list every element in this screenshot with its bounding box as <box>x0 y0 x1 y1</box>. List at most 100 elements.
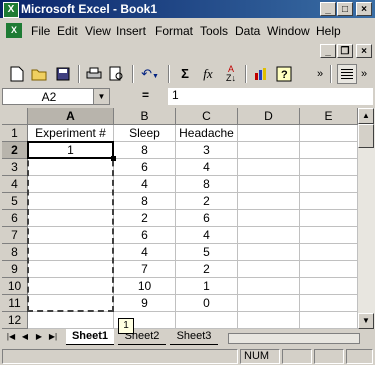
row-header[interactable]: 1 <box>2 125 28 142</box>
menu-insert[interactable]: Insert <box>116 24 146 38</box>
name-box[interactable]: A2 ▼ <box>2 88 110 105</box>
menu-edit[interactable]: Edit <box>57 24 78 38</box>
table-cell[interactable] <box>238 261 300 278</box>
table-cell[interactable]: Experiment # <box>28 125 114 142</box>
column-header[interactable]: D <box>238 108 300 125</box>
tab-sheet1[interactable]: Sheet1 <box>66 329 114 345</box>
autosum-icon[interactable]: Σ <box>175 64 195 84</box>
first-sheet-icon[interactable]: |◀ <box>4 330 18 344</box>
next-sheet-icon[interactable]: ▶ <box>32 330 46 344</box>
table-cell[interactable]: 10 <box>114 278 176 295</box>
table-cell[interactable]: 3 <box>176 142 238 159</box>
fill-handle[interactable] <box>111 156 116 161</box>
table-cell[interactable]: 8 <box>114 142 176 159</box>
print-preview-icon[interactable] <box>107 64 127 84</box>
row-header[interactable]: 10 <box>2 278 28 295</box>
table-cell[interactable]: 6 <box>114 159 176 176</box>
save-icon[interactable] <box>53 64 73 84</box>
table-cell[interactable] <box>28 312 114 329</box>
column-header[interactable]: B <box>114 108 176 125</box>
scroll-up-icon[interactable]: ▲ <box>358 108 374 124</box>
menu-view[interactable]: View <box>85 24 111 38</box>
doc-minimize-icon[interactable]: _ <box>320 44 336 58</box>
chart-wizard-icon[interactable] <box>251 64 271 84</box>
table-cell[interactable] <box>238 125 300 142</box>
maximize-icon[interactable]: □ <box>337 2 353 16</box>
row-header[interactable]: 12 <box>2 312 28 329</box>
close-icon[interactable]: × <box>356 2 372 16</box>
column-header[interactable]: E <box>300 108 358 125</box>
formula-input[interactable]: 1 <box>168 88 373 105</box>
table-cell[interactable] <box>238 227 300 244</box>
table-cell[interactable] <box>300 312 358 329</box>
table-cell[interactable]: 2 <box>176 193 238 210</box>
toolbar-overflow-icon[interactable]: » <box>358 64 370 84</box>
doc-restore-icon[interactable]: ❐ <box>337 44 353 58</box>
vertical-scrollbar[interactable]: ▲ ▼ <box>358 108 375 329</box>
row-header[interactable]: 11 <box>2 295 28 312</box>
minimize-icon[interactable]: _ <box>320 2 336 16</box>
table-cell[interactable] <box>176 312 238 329</box>
table-cell[interactable]: 0 <box>176 295 238 312</box>
table-cell[interactable]: 2 <box>114 210 176 227</box>
row-header[interactable]: 8 <box>2 244 28 261</box>
last-sheet-icon[interactable]: ▶| <box>46 330 60 344</box>
chevron-down-icon[interactable]: ▼ <box>93 89 109 104</box>
table-cell[interactable]: 9 <box>114 295 176 312</box>
table-cell[interactable] <box>238 159 300 176</box>
row-header[interactable]: 6 <box>2 210 28 227</box>
table-cell[interactable] <box>300 210 358 227</box>
scroll-down-icon[interactable]: ▼ <box>358 313 374 329</box>
row-header[interactable]: 7 <box>2 227 28 244</box>
table-cell[interactable] <box>300 193 358 210</box>
table-cell[interactable] <box>300 125 358 142</box>
table-cell[interactable] <box>238 142 300 159</box>
row-header[interactable]: 9 <box>2 261 28 278</box>
table-cell[interactable]: 4 <box>114 244 176 261</box>
menu-tools[interactable]: Tools <box>200 24 228 38</box>
table-cell[interactable]: 8 <box>114 193 176 210</box>
menu-window[interactable]: Window <box>267 24 310 38</box>
table-cell[interactable] <box>300 142 358 159</box>
table-cell[interactable] <box>238 278 300 295</box>
row-header[interactable]: 5 <box>2 193 28 210</box>
column-header[interactable]: A <box>28 108 114 125</box>
table-cell[interactable]: Headache <box>176 125 238 142</box>
table-cell[interactable] <box>238 210 300 227</box>
table-cell[interactable] <box>300 295 358 312</box>
table-cell[interactable]: 5 <box>176 244 238 261</box>
table-cell[interactable] <box>300 227 358 244</box>
open-icon[interactable] <box>30 64 50 84</box>
table-cell[interactable]: 2 <box>176 261 238 278</box>
table-cell[interactable] <box>300 244 358 261</box>
menu-data[interactable]: Data <box>235 24 260 38</box>
spreadsheet-grid[interactable]: A B C D E 1 Experiment # Sleep Headache 2 1 8 3 3 6 4 4 4… <box>2 108 358 329</box>
menu-help[interactable]: Help <box>316 24 341 38</box>
table-cell[interactable]: 7 <box>114 261 176 278</box>
print-icon[interactable] <box>84 64 104 84</box>
table-cell[interactable]: 6 <box>114 227 176 244</box>
sort-ascending-icon[interactable]: A Z↓ <box>221 64 241 85</box>
row-header[interactable]: 4 <box>2 176 28 193</box>
doc-close-icon[interactable]: × <box>356 44 372 58</box>
table-cell[interactable]: 4 <box>176 227 238 244</box>
horizontal-scrollbar[interactable] <box>228 333 360 344</box>
new-icon[interactable] <box>7 64 27 84</box>
table-cell[interactable] <box>238 312 300 329</box>
table-cell[interactable] <box>238 193 300 210</box>
table-cell[interactable] <box>300 278 358 295</box>
toolbar-overflow-icon[interactable]: » <box>314 64 326 84</box>
table-cell[interactable]: 4 <box>114 176 176 193</box>
table-cell[interactable] <box>238 244 300 261</box>
table-cell[interactable]: 1 <box>176 278 238 295</box>
table-cell[interactable]: 6 <box>176 210 238 227</box>
prev-sheet-icon[interactable]: ◀ <box>18 330 32 344</box>
table-cell[interactable] <box>300 176 358 193</box>
table-cell[interactable] <box>238 176 300 193</box>
menu-format[interactable]: Format <box>155 24 193 38</box>
help-icon[interactable]: ? <box>274 64 294 84</box>
function-icon[interactable]: fx <box>198 64 218 84</box>
row-header[interactable]: 3 <box>2 159 28 176</box>
align-icon[interactable] <box>337 64 357 84</box>
table-cell[interactable] <box>238 295 300 312</box>
